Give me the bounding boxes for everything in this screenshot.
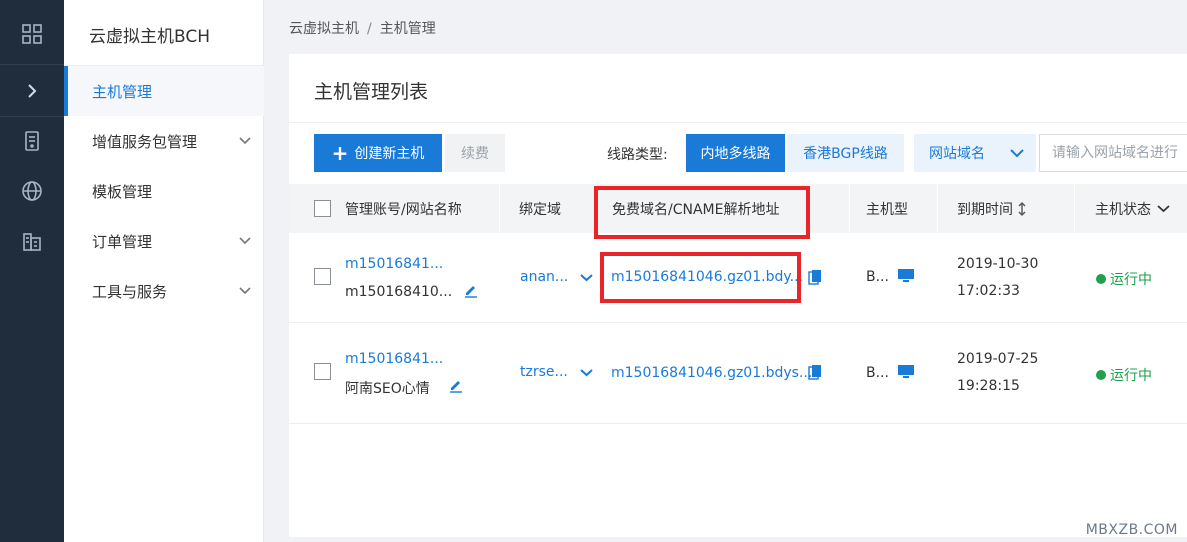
chevron-right-icon[interactable]	[0, 66, 64, 116]
menu-title: 云虚拟主机BCH	[89, 27, 211, 47]
column-header-expire-label: 到期时间	[957, 201, 1013, 218]
cname-link[interactable]: m15016841046.gz01.bdys...	[611, 365, 812, 381]
create-host-label: 创建新主机	[354, 146, 425, 162]
menu-item-label: 工具与服务	[92, 282, 168, 301]
table-row: m15016841... m150168410... anan... m1501…	[289, 233, 1187, 323]
site-name: m150168410...	[345, 284, 453, 300]
row-checkbox[interactable]	[314, 363, 331, 380]
chevron-down-icon[interactable]	[580, 273, 593, 282]
breadcrumb-parent[interactable]: 云虚拟主机	[289, 21, 359, 37]
select-all-checkbox[interactable]	[314, 184, 331, 233]
column-header-expire-time[interactable]: 到期时间	[957, 184, 1027, 233]
sort-icon	[1018, 201, 1026, 216]
status-badge: 运行中	[1096, 269, 1152, 289]
side-menu: 云虚拟主机BCH 主机管理 增值服务包管理 模板管理 订单管理 工具与服务	[64, 0, 264, 542]
column-header-account: 管理账号/网站名称	[345, 201, 462, 218]
server-icon[interactable]	[0, 116, 64, 166]
search-field-value: 网站域名	[929, 146, 985, 162]
grid-icon[interactable]	[0, 9, 64, 59]
menu-item-label: 订单管理	[92, 232, 153, 251]
edit-icon[interactable]	[448, 377, 464, 393]
column-header-cname: 免费域名/CNAME解析地址	[612, 201, 780, 218]
expire-time: 17:02:33	[957, 283, 1020, 299]
copy-icon[interactable]	[808, 364, 822, 380]
expire-date: 2019-10-30	[957, 256, 1039, 272]
row-checkbox[interactable]	[314, 268, 331, 285]
watermark: MBXZB.COM	[1085, 522, 1178, 538]
menu-item-label: 主机管理	[92, 82, 153, 101]
host-list-card: 主机管理列表 + 创建新主机 续费 线路类型: 内地多线路 香港BGP线路 网站…	[289, 54, 1187, 537]
breadcrumb-current: 主机管理	[379, 21, 436, 37]
breadcrumb: 云虚拟主机 / 主机管理	[289, 18, 436, 38]
table-header: 管理账号/网站名称 绑定域 免费域名/CNAME解析地址 主机型 到期时间 主机…	[289, 184, 1187, 233]
menu-item-label: 增值服务包管理	[92, 132, 198, 151]
menu-item-tools-services[interactable]: 工具与服务	[64, 266, 264, 316]
column-header-bound-domain: 绑定域	[519, 201, 561, 218]
table-row: m15016841... 阿南SEO心情 tzrse... m150168410…	[289, 323, 1187, 424]
page-title: 主机管理列表	[314, 81, 429, 103]
monitor-icon[interactable]	[897, 268, 915, 284]
create-host-button[interactable]: + 创建新主机	[314, 134, 442, 172]
site-name: 阿南SEO心情	[345, 381, 430, 397]
status-label: 运行中	[1110, 272, 1152, 288]
cname-link[interactable]: m15016841046.gz01.bdy...	[611, 269, 803, 285]
search-field-select[interactable]: 网站域名	[914, 134, 1036, 172]
host-type: B...	[866, 365, 889, 381]
search-input[interactable]	[1039, 134, 1187, 172]
line-type-label: 线路类型:	[607, 147, 668, 163]
building-icon[interactable]	[0, 216, 64, 266]
chevron-down-icon[interactable]	[580, 368, 593, 377]
menu-item-orders[interactable]: 订单管理	[64, 216, 264, 266]
line-option-hongkong-bgp[interactable]: 香港BGP线路	[787, 134, 904, 172]
globe-icon[interactable]	[0, 166, 64, 216]
breadcrumb-separator: /	[367, 21, 372, 37]
column-header-status-label: 主机状态	[1095, 201, 1151, 218]
edit-icon[interactable]	[463, 282, 479, 298]
account-link[interactable]: m15016841...	[345, 351, 443, 367]
host-type: B...	[866, 269, 889, 285]
status-dot-icon	[1096, 274, 1106, 284]
chevron-down-icon	[239, 287, 251, 295]
bound-domain-link[interactable]: anan...	[520, 269, 568, 285]
renew-button[interactable]: 续费	[445, 134, 505, 172]
chevron-down-icon	[239, 237, 251, 245]
menu-item-host-management[interactable]: 主机管理	[64, 66, 264, 116]
status-dot-icon	[1096, 370, 1106, 380]
plus-icon: +	[331, 141, 349, 165]
monitor-icon[interactable]	[897, 364, 915, 380]
status-badge: 运行中	[1096, 365, 1152, 385]
account-link[interactable]: m15016841...	[345, 256, 443, 272]
line-option-mainland[interactable]: 内地多线路	[686, 134, 785, 172]
column-header-status[interactable]: 主机状态	[1095, 184, 1170, 233]
menu-item-label: 模板管理	[92, 182, 153, 201]
status-label: 运行中	[1110, 368, 1152, 384]
expire-date: 2019-07-25	[957, 351, 1039, 367]
icon-rail	[0, 0, 64, 542]
bound-domain-link[interactable]: tzrse...	[520, 364, 568, 380]
column-header-host-type: 主机型	[866, 201, 908, 218]
chevron-down-icon	[239, 137, 251, 145]
chevron-down-icon	[1157, 205, 1170, 213]
menu-item-templates[interactable]: 模板管理	[64, 166, 264, 216]
chevron-down-icon	[1010, 149, 1024, 158]
expire-time: 19:28:15	[957, 378, 1020, 394]
copy-icon[interactable]	[808, 269, 822, 285]
menu-item-value-added-packages[interactable]: 增值服务包管理	[64, 116, 264, 166]
